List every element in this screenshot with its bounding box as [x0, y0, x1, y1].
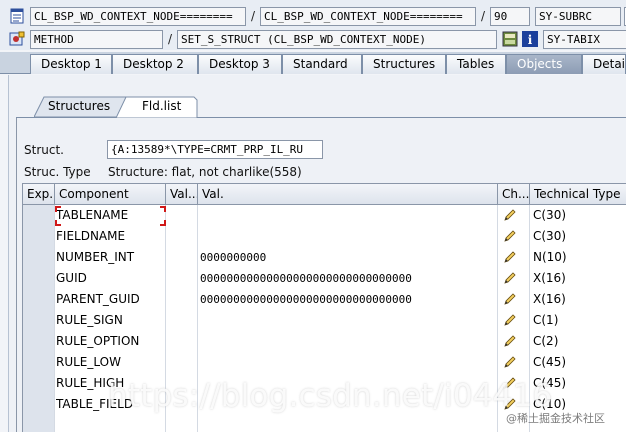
include-field[interactable]: CL_BSP_WD_CONTEXT_NODE========: [260, 6, 476, 26]
value-cell[interactable]: [200, 226, 496, 247]
value-cell[interactable]: 0000000000: [200, 247, 496, 268]
col-header-expand[interactable]: Exp.: [23, 184, 55, 205]
grid-header: Exp. Component Val... Val. Ch... Technic…: [23, 184, 626, 205]
tab-objects[interactable]: Objects: [506, 54, 582, 74]
header-row-2: METHOD / SET_S_STRUCT (CL_BSP_WD_CONTEXT…: [0, 28, 626, 50]
table-row[interactable]: NUMBER_INT 0000000000 N(10): [23, 247, 626, 268]
separator-slash: /: [167, 32, 173, 46]
component-name-cell[interactable]: PARENT_GUID: [56, 289, 164, 310]
value-cell[interactable]: [200, 205, 496, 226]
method-icon[interactable]: [8, 30, 26, 48]
watermark-url: https://blog.csdn.net/i04416: [108, 378, 553, 414]
program-field[interactable]: CL_BSP_WD_CONTEXT_NODE========: [30, 6, 246, 26]
sy-tabix-label-field: SY-TABIX: [543, 29, 626, 49]
component-name-cell[interactable]: GUID: [56, 268, 164, 289]
technical-type-cell: C(45): [533, 355, 567, 369]
tab-structures[interactable]: Structures: [362, 54, 446, 74]
struct-type-label: Struc. Type: [24, 165, 91, 179]
col-header-value-short[interactable]: Val...: [166, 184, 198, 205]
table-row[interactable]: GUID 00000000000000000000000000000000 X(16…: [23, 268, 626, 289]
edit-pencil-icon[interactable]: [503, 292, 517, 306]
value-cell[interactable]: [200, 331, 496, 352]
component-name-cell[interactable]: RULE_SIGN: [56, 310, 164, 331]
sub-tabstrip: Structures Fld.list: [16, 96, 626, 118]
technical-type-cell: C(30): [533, 229, 567, 243]
technical-type-cell: X(16): [533, 292, 566, 306]
technical-type-cell: C(30): [533, 208, 567, 222]
separator-slash: /: [250, 9, 256, 23]
technical-type-cell: C(2): [533, 334, 559, 348]
component-name-cell[interactable]: FIELDNAME: [56, 226, 164, 247]
header-row-1: CL_BSP_WD_CONTEXT_NODE======== / CL_BSP_…: [0, 5, 626, 27]
edit-pencil-icon[interactable]: [503, 355, 517, 369]
edit-pencil-icon[interactable]: [503, 229, 517, 243]
watermark-credit: @稀土掘金技术社区: [506, 412, 605, 425]
table-row[interactable]: FIELDNAME C(30): [23, 226, 626, 247]
subtab-field-list-label: Fld.list: [142, 99, 182, 113]
table-row[interactable]: RULE_SIGN C(1): [23, 310, 626, 331]
edit-pencil-icon[interactable]: [503, 208, 517, 222]
value-cell[interactable]: 00000000000000000000000000000000: [200, 289, 496, 310]
debugger-header: CL_BSP_WD_CONTEXT_NODE======== / CL_BSP_…: [0, 0, 626, 50]
event-type-field[interactable]: METHOD: [30, 29, 163, 49]
info-icon[interactable]: i: [521, 30, 539, 48]
sy-subrc-label-field: SY-SUBRC: [535, 6, 621, 26]
component-name-cell[interactable]: TABLENAME: [56, 205, 164, 226]
technical-type-cell: N(10): [533, 250, 567, 264]
separator-slash: /: [480, 9, 486, 23]
table-row[interactable]: TABLENAME C(30): [23, 205, 626, 226]
component-name-cell[interactable]: RULE_OPTION: [56, 331, 164, 352]
component-name-cell[interactable]: NUMBER_INT: [56, 247, 164, 268]
edit-pencil-icon[interactable]: [503, 313, 517, 327]
col-header-value[interactable]: Val.: [198, 184, 498, 205]
subtab-field-list[interactable]: Fld.list: [116, 96, 198, 118]
tab-detail-display[interactable]: Detail Di: [582, 54, 626, 74]
edit-pencil-icon[interactable]: [503, 271, 517, 285]
table-row[interactable]: PARENT_GUID 00000000000000000000000000000…: [23, 289, 626, 310]
svg-text:i: i: [528, 33, 533, 47]
callstack-icon[interactable]: [501, 30, 519, 48]
technical-type-cell: C(1): [533, 313, 559, 327]
struct-label: Struct.: [24, 143, 64, 157]
value-cell[interactable]: 00000000000000000000000000000000: [200, 268, 496, 289]
line-number-field[interactable]: 90: [490, 6, 530, 26]
col-header-change[interactable]: Ch...: [498, 184, 530, 205]
value-cell[interactable]: [200, 310, 496, 331]
main-tabstrip: Desktop 1 Desktop 2 Desktop 3 Standard S…: [0, 52, 626, 74]
struct-name-input[interactable]: {A:13589*\TYPE=CRMT_PRP_IL_RU: [107, 140, 323, 159]
tab-desktop-2[interactable]: Desktop 2: [112, 54, 198, 74]
table-row[interactable]: RULE_LOW C(45): [23, 352, 626, 373]
col-header-component[interactable]: Component: [55, 184, 166, 205]
tab-desktop-1[interactable]: Desktop 1: [30, 54, 112, 74]
subtab-structures-label: Structures: [48, 99, 111, 113]
focus-corner-top-left: [55, 206, 61, 212]
document-icon[interactable]: [8, 7, 26, 25]
tab-tables[interactable]: Tables: [446, 54, 506, 74]
col-header-technical-type[interactable]: Technical Type: [530, 184, 626, 205]
tab-standard[interactable]: Standard: [282, 54, 362, 74]
focus-corner-bottom-right: [160, 220, 166, 226]
focus-corner-bottom-left: [55, 220, 61, 226]
edit-pencil-icon[interactable]: [503, 250, 517, 264]
focus-corner-top-right: [160, 206, 166, 212]
technical-type-cell: X(16): [533, 271, 566, 285]
struct-type-value: Structure: flat, not charlike(558): [108, 165, 302, 179]
component-name-cell[interactable]: RULE_LOW: [56, 352, 164, 373]
tab-desktop-3[interactable]: Desktop 3: [198, 54, 282, 74]
value-cell[interactable]: [200, 352, 496, 373]
event-name-field[interactable]: SET_S_STRUCT (CL_BSP_WD_CONTEXT_NODE): [177, 29, 497, 49]
table-row[interactable]: RULE_OPTION C(2): [23, 331, 626, 352]
edit-pencil-icon[interactable]: [503, 334, 517, 348]
